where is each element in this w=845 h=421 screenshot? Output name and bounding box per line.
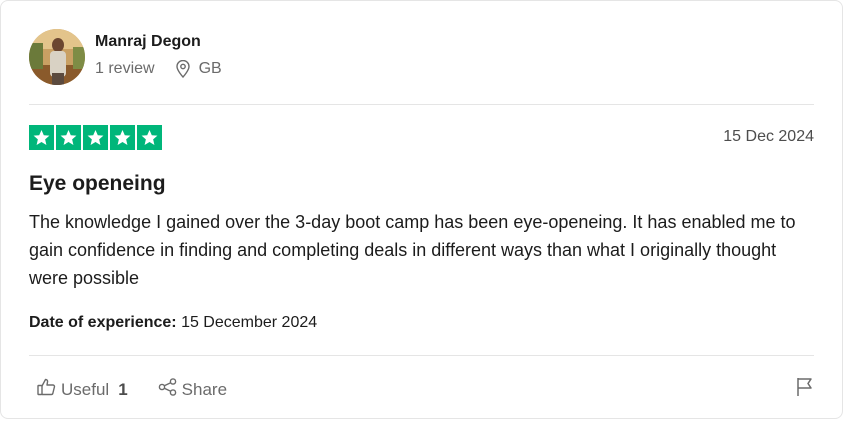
date-of-experience: Date of experience: 15 December 2024: [29, 314, 317, 332]
review-card: Manraj Degon 1 review GB 15 Dec 2024 Eye…: [0, 0, 843, 419]
reviewer-name[interactable]: Manraj Degon: [95, 33, 201, 51]
reviewer-meta: 1 review GB: [95, 60, 222, 78]
divider: [29, 355, 814, 356]
flag-icon[interactable]: [796, 377, 814, 402]
share-icon: [158, 378, 177, 401]
star-icon: [56, 125, 81, 150]
star-icon: [137, 125, 162, 150]
star-rating: [29, 125, 162, 150]
review-actions: Useful 1 Share: [37, 378, 227, 401]
review-title[interactable]: Eye openeing: [29, 172, 166, 196]
experience-date: 15 December 2024: [181, 314, 318, 331]
location-pin-icon: [175, 60, 191, 78]
review-body: The knowledge I gained over the 3-day bo…: [29, 212, 796, 288]
useful-button[interactable]: Useful 1: [37, 378, 128, 401]
avatar[interactable]: [29, 29, 85, 85]
star-icon: [29, 125, 54, 150]
useful-label: Useful: [61, 379, 110, 399]
star-icon: [83, 125, 108, 150]
share-button[interactable]: Share: [158, 378, 227, 401]
share-label: Share: [181, 379, 228, 399]
divider: [29, 104, 814, 105]
experience-label: Date of experience:: [29, 314, 177, 331]
star-icon: [110, 125, 135, 150]
thumbs-up-icon: [37, 378, 56, 401]
review-date: 15 Dec 2024: [723, 128, 814, 145]
review-count: 1 review: [95, 60, 155, 77]
useful-count: 1: [118, 379, 128, 399]
reviewer-country: GB: [198, 60, 222, 77]
